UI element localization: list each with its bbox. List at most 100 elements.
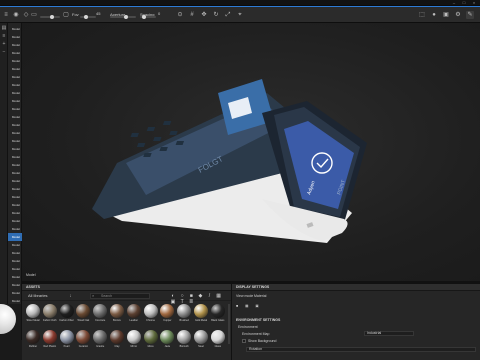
material-swatch[interactable]: [126, 304, 141, 318]
scene-item[interactable]: Model: [8, 273, 22, 281]
material-swatch[interactable]: [177, 330, 192, 344]
material-swatch[interactable]: [126, 330, 141, 344]
scene-item[interactable]: Model: [8, 161, 22, 169]
scene-item[interactable]: Model: [8, 249, 22, 257]
camera-icon[interactable]: ◉: [12, 11, 20, 19]
material-swatch[interactable]: [26, 330, 40, 344]
scene-item[interactable]: Model: [8, 193, 22, 201]
scene-item[interactable]: Model: [8, 257, 22, 265]
assets-scrollbar[interactable]: [228, 304, 230, 344]
rotate-icon[interactable]: ↻: [212, 11, 220, 19]
layers-icon[interactable]: ≡: [1, 33, 7, 39]
settings-icon[interactable]: ⚙: [454, 11, 462, 19]
spacing-value[interactable]: 0: [158, 11, 160, 16]
scene-item[interactable]: Model: [8, 289, 22, 297]
focus-slider[interactable]: [80, 15, 96, 19]
material-swatch[interactable]: [93, 330, 108, 344]
scene-item[interactable]: Model: [8, 97, 22, 105]
wire-icon[interactable]: ▦: [245, 304, 248, 308]
scale-icon[interactable]: ⤢: [224, 11, 232, 19]
show-background-checkbox[interactable]: [242, 339, 246, 343]
fov-slider[interactable]: [40, 15, 60, 19]
scene-item[interactable]: Model: [8, 113, 22, 121]
image-icon[interactable]: ▣: [442, 11, 450, 19]
scene-item[interactable]: Model: [8, 121, 22, 129]
filter-icon[interactable]: ⁞: [70, 293, 71, 298]
scene-item[interactable]: Model: [8, 73, 22, 81]
scene-item[interactable]: Model: [8, 217, 22, 225]
ortho-icon[interactable]: ▭: [30, 11, 38, 19]
material-swatch[interactable]: [143, 304, 158, 318]
scene-item[interactable]: Model: [8, 129, 22, 137]
record-icon[interactable]: ●: [430, 11, 438, 19]
view-mode-value[interactable]: Material: [254, 294, 266, 298]
scene-item[interactable]: Model: [8, 233, 22, 241]
move-icon[interactable]: ✥: [200, 11, 208, 19]
asset-search-input[interactable]: Search: [90, 293, 150, 299]
scene-item[interactable]: Model: [8, 209, 22, 217]
scene-icon[interactable]: ▤: [1, 25, 7, 31]
material-swatch[interactable]: [210, 330, 225, 344]
material-swatch[interactable]: [210, 304, 225, 318]
material-swatch[interactable]: [110, 304, 124, 318]
grid-view-icon[interactable]: ▦: [216, 293, 222, 299]
scene-item[interactable]: Model: [8, 281, 22, 289]
app-menu-icon[interactable]: ≡: [2, 11, 10, 19]
delete-icon[interactable]: −: [1, 49, 7, 55]
rotation-field[interactable]: Rotation: [246, 347, 476, 352]
scene-item[interactable]: Model: [8, 33, 22, 41]
scene-item[interactable]: Model: [8, 201, 22, 209]
select-icon[interactable]: ⬚: [418, 11, 426, 19]
scene-item[interactable]: Model: [8, 169, 22, 177]
scene-item[interactable]: Model: [8, 185, 22, 193]
material-swatch[interactable]: [42, 330, 57, 344]
aperture-slider[interactable]: [110, 15, 136, 19]
render-icon[interactable]: ▣: [255, 304, 258, 308]
scene-item[interactable]: Model: [8, 65, 22, 73]
scene-item[interactable]: Model: [8, 25, 22, 33]
scene-item[interactable]: Model: [8, 105, 22, 113]
material-swatch[interactable]: [26, 304, 40, 318]
brush-icon[interactable]: /: [207, 293, 213, 299]
scene-item[interactable]: Model: [8, 49, 22, 57]
perspective-icon[interactable]: ◇: [22, 11, 30, 19]
diamond-icon[interactable]: ◆: [197, 293, 203, 299]
solid-icon[interactable]: ■: [236, 304, 238, 308]
env-map-field[interactable]: Industrial: [364, 331, 414, 336]
material-swatch[interactable]: [160, 304, 175, 318]
material-swatch[interactable]: [76, 330, 91, 344]
scene-item[interactable]: Model: [8, 145, 22, 153]
spacing-slider[interactable]: [140, 15, 156, 19]
material-swatch[interactable]: [194, 330, 208, 344]
scene-item[interactable]: Model: [8, 137, 22, 145]
scene-item[interactable]: Model: [8, 89, 22, 97]
material-swatch[interactable]: [194, 304, 208, 318]
fov-value[interactable]: 45: [96, 11, 100, 16]
material-swatch[interactable]: [42, 304, 57, 318]
material-swatch[interactable]: [59, 330, 74, 344]
3d-viewport[interactable]: FOLGT Adyen POINT: [22, 23, 480, 281]
grid-icon[interactable]: #: [188, 11, 196, 19]
scene-item[interactable]: Model: [8, 265, 22, 273]
scene-item[interactable]: Model: [8, 177, 22, 185]
add-icon[interactable]: +: [1, 41, 7, 47]
scene-item[interactable]: Model: [8, 57, 22, 65]
lock-icon[interactable]: ▢: [62, 11, 70, 19]
scene-item[interactable]: Model: [8, 41, 22, 49]
material-swatch[interactable]: [93, 304, 108, 318]
pen-icon[interactable]: ✎: [466, 11, 474, 19]
snap-icon[interactable]: ⌖: [236, 11, 244, 19]
material-swatch[interactable]: [59, 304, 74, 318]
material-swatch[interactable]: [177, 304, 192, 318]
material-swatch[interactable]: [160, 330, 175, 344]
scene-item[interactable]: Model: [8, 81, 22, 89]
material-swatch[interactable]: [110, 330, 124, 344]
scene-item[interactable]: Model: [8, 153, 22, 161]
scene-item[interactable]: Model: [8, 225, 22, 233]
material-swatch[interactable]: [143, 330, 158, 344]
library-selector[interactable]: All libraries: [28, 293, 48, 298]
material-label: Fabric Cloth: [43, 319, 57, 322]
scene-item[interactable]: Model: [8, 241, 22, 249]
material-swatch[interactable]: [76, 304, 91, 318]
focus-icon[interactable]: ⊙: [176, 11, 184, 19]
